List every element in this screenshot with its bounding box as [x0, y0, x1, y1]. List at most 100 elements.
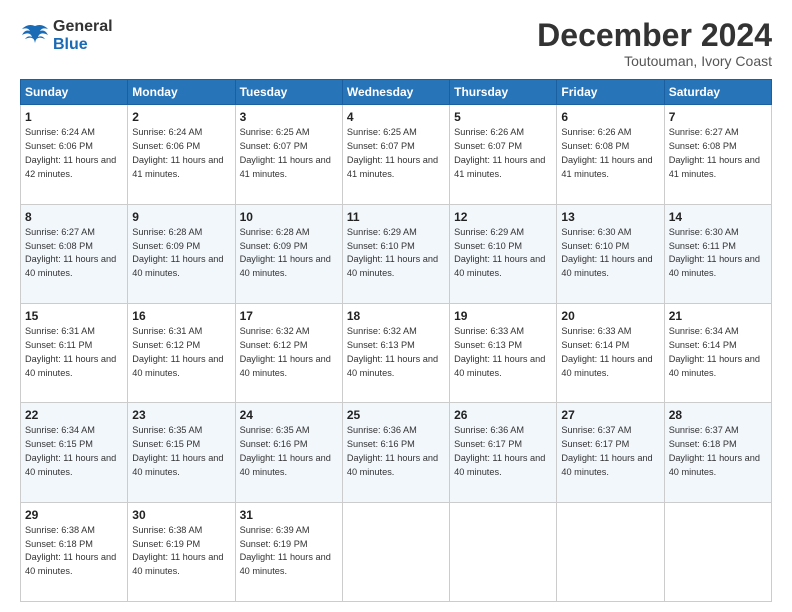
- day-info: Sunrise: 6:38 AMSunset: 6:18 PMDaylight:…: [25, 525, 116, 576]
- day-info: Sunrise: 6:37 AMSunset: 6:18 PMDaylight:…: [669, 425, 760, 476]
- logo: General Blue: [20, 18, 113, 53]
- header-tuesday: Tuesday: [235, 80, 342, 105]
- cell-week5-day0: 29 Sunrise: 6:38 AMSunset: 6:18 PMDaylig…: [21, 502, 128, 601]
- day-info: Sunrise: 6:31 AMSunset: 6:11 PMDaylight:…: [25, 326, 116, 377]
- day-info: Sunrise: 6:27 AMSunset: 6:08 PMDaylight:…: [669, 127, 760, 178]
- logo-text: General Blue: [53, 18, 113, 53]
- cell-week4-day5: 27 Sunrise: 6:37 AMSunset: 6:17 PMDaylig…: [557, 403, 664, 502]
- cell-week2-day0: 8 Sunrise: 6:27 AMSunset: 6:08 PMDayligh…: [21, 204, 128, 303]
- day-number: 12: [454, 209, 552, 225]
- cell-week1-day0: 1 Sunrise: 6:24 AMSunset: 6:06 PMDayligh…: [21, 105, 128, 204]
- day-number: 3: [240, 109, 338, 125]
- day-info: Sunrise: 6:35 AMSunset: 6:16 PMDaylight:…: [240, 425, 331, 476]
- cell-week1-day5: 6 Sunrise: 6:26 AMSunset: 6:08 PMDayligh…: [557, 105, 664, 204]
- day-number: 19: [454, 308, 552, 324]
- day-number: 8: [25, 209, 123, 225]
- cell-week5-day2: 31 Sunrise: 6:39 AMSunset: 6:19 PMDaylig…: [235, 502, 342, 601]
- day-info: Sunrise: 6:34 AMSunset: 6:14 PMDaylight:…: [669, 326, 760, 377]
- day-number: 11: [347, 209, 445, 225]
- cell-week2-day6: 14 Sunrise: 6:30 AMSunset: 6:11 PMDaylig…: [664, 204, 771, 303]
- day-number: 4: [347, 109, 445, 125]
- day-number: 30: [132, 507, 230, 523]
- day-number: 7: [669, 109, 767, 125]
- header-friday: Friday: [557, 80, 664, 105]
- cell-week3-day2: 17 Sunrise: 6:32 AMSunset: 6:12 PMDaylig…: [235, 303, 342, 402]
- cell-week3-day6: 21 Sunrise: 6:34 AMSunset: 6:14 PMDaylig…: [664, 303, 771, 402]
- day-info: Sunrise: 6:36 AMSunset: 6:16 PMDaylight:…: [347, 425, 438, 476]
- day-info: Sunrise: 6:34 AMSunset: 6:15 PMDaylight:…: [25, 425, 116, 476]
- logo-blue: Blue: [53, 36, 113, 54]
- day-info: Sunrise: 6:37 AMSunset: 6:17 PMDaylight:…: [561, 425, 652, 476]
- cell-week2-day2: 10 Sunrise: 6:28 AMSunset: 6:09 PMDaylig…: [235, 204, 342, 303]
- cell-week3-day0: 15 Sunrise: 6:31 AMSunset: 6:11 PMDaylig…: [21, 303, 128, 402]
- day-info: Sunrise: 6:25 AMSunset: 6:07 PMDaylight:…: [240, 127, 331, 178]
- day-number: 10: [240, 209, 338, 225]
- day-info: Sunrise: 6:24 AMSunset: 6:06 PMDaylight:…: [25, 127, 116, 178]
- cell-week2-day1: 9 Sunrise: 6:28 AMSunset: 6:09 PMDayligh…: [128, 204, 235, 303]
- day-info: Sunrise: 6:27 AMSunset: 6:08 PMDaylight:…: [25, 227, 116, 278]
- day-info: Sunrise: 6:29 AMSunset: 6:10 PMDaylight:…: [454, 227, 545, 278]
- day-info: Sunrise: 6:31 AMSunset: 6:12 PMDaylight:…: [132, 326, 223, 377]
- cell-week5-day1: 30 Sunrise: 6:38 AMSunset: 6:19 PMDaylig…: [128, 502, 235, 601]
- day-number: 29: [25, 507, 123, 523]
- cell-week4-day3: 25 Sunrise: 6:36 AMSunset: 6:16 PMDaylig…: [342, 403, 449, 502]
- day-number: 5: [454, 109, 552, 125]
- day-info: Sunrise: 6:28 AMSunset: 6:09 PMDaylight:…: [132, 227, 223, 278]
- cell-week1-day1: 2 Sunrise: 6:24 AMSunset: 6:06 PMDayligh…: [128, 105, 235, 204]
- header-sunday: Sunday: [21, 80, 128, 105]
- cell-week3-day1: 16 Sunrise: 6:31 AMSunset: 6:12 PMDaylig…: [128, 303, 235, 402]
- day-info: Sunrise: 6:38 AMSunset: 6:19 PMDaylight:…: [132, 525, 223, 576]
- cell-week2-day3: 11 Sunrise: 6:29 AMSunset: 6:10 PMDaylig…: [342, 204, 449, 303]
- cell-week3-day3: 18 Sunrise: 6:32 AMSunset: 6:13 PMDaylig…: [342, 303, 449, 402]
- cell-week3-day5: 20 Sunrise: 6:33 AMSunset: 6:14 PMDaylig…: [557, 303, 664, 402]
- day-number: 18: [347, 308, 445, 324]
- day-info: Sunrise: 6:30 AMSunset: 6:10 PMDaylight:…: [561, 227, 652, 278]
- day-number: 17: [240, 308, 338, 324]
- day-number: 6: [561, 109, 659, 125]
- cell-week4-day1: 23 Sunrise: 6:35 AMSunset: 6:15 PMDaylig…: [128, 403, 235, 502]
- day-number: 22: [25, 407, 123, 423]
- cell-week5-day3: [342, 502, 449, 601]
- cell-week5-day6: [664, 502, 771, 601]
- day-info: Sunrise: 6:36 AMSunset: 6:17 PMDaylight:…: [454, 425, 545, 476]
- day-info: Sunrise: 6:35 AMSunset: 6:15 PMDaylight:…: [132, 425, 223, 476]
- day-number: 2: [132, 109, 230, 125]
- day-info: Sunrise: 6:26 AMSunset: 6:07 PMDaylight:…: [454, 127, 545, 178]
- day-number: 15: [25, 308, 123, 324]
- header-thursday: Thursday: [450, 80, 557, 105]
- day-info: Sunrise: 6:28 AMSunset: 6:09 PMDaylight:…: [240, 227, 331, 278]
- day-number: 27: [561, 407, 659, 423]
- day-number: 28: [669, 407, 767, 423]
- day-number: 13: [561, 209, 659, 225]
- cell-week4-day6: 28 Sunrise: 6:37 AMSunset: 6:18 PMDaylig…: [664, 403, 771, 502]
- cell-week1-day6: 7 Sunrise: 6:27 AMSunset: 6:08 PMDayligh…: [664, 105, 771, 204]
- cell-week2-day5: 13 Sunrise: 6:30 AMSunset: 6:10 PMDaylig…: [557, 204, 664, 303]
- cell-week1-day2: 3 Sunrise: 6:25 AMSunset: 6:07 PMDayligh…: [235, 105, 342, 204]
- day-number: 23: [132, 407, 230, 423]
- cell-week4-day4: 26 Sunrise: 6:36 AMSunset: 6:17 PMDaylig…: [450, 403, 557, 502]
- location: Toutouman, Ivory Coast: [537, 53, 772, 69]
- calendar: SundayMondayTuesdayWednesdayThursdayFrid…: [20, 79, 772, 602]
- day-number: 26: [454, 407, 552, 423]
- header: General Blue December 2024 Toutouman, Iv…: [20, 18, 772, 69]
- day-info: Sunrise: 6:26 AMSunset: 6:08 PMDaylight:…: [561, 127, 652, 178]
- day-number: 24: [240, 407, 338, 423]
- logo-general: General: [53, 18, 113, 36]
- cell-week1-day4: 5 Sunrise: 6:26 AMSunset: 6:07 PMDayligh…: [450, 105, 557, 204]
- day-info: Sunrise: 6:32 AMSunset: 6:13 PMDaylight:…: [347, 326, 438, 377]
- day-info: Sunrise: 6:33 AMSunset: 6:13 PMDaylight:…: [454, 326, 545, 377]
- cell-week1-day3: 4 Sunrise: 6:25 AMSunset: 6:07 PMDayligh…: [342, 105, 449, 204]
- cell-week4-day2: 24 Sunrise: 6:35 AMSunset: 6:16 PMDaylig…: [235, 403, 342, 502]
- day-number: 14: [669, 209, 767, 225]
- day-number: 20: [561, 308, 659, 324]
- day-info: Sunrise: 6:30 AMSunset: 6:11 PMDaylight:…: [669, 227, 760, 278]
- day-info: Sunrise: 6:29 AMSunset: 6:10 PMDaylight:…: [347, 227, 438, 278]
- header-wednesday: Wednesday: [342, 80, 449, 105]
- cell-week2-day4: 12 Sunrise: 6:29 AMSunset: 6:10 PMDaylig…: [450, 204, 557, 303]
- cell-week4-day0: 22 Sunrise: 6:34 AMSunset: 6:15 PMDaylig…: [21, 403, 128, 502]
- day-number: 31: [240, 507, 338, 523]
- cell-week3-day4: 19 Sunrise: 6:33 AMSunset: 6:13 PMDaylig…: [450, 303, 557, 402]
- day-info: Sunrise: 6:32 AMSunset: 6:12 PMDaylight:…: [240, 326, 331, 377]
- day-info: Sunrise: 6:39 AMSunset: 6:19 PMDaylight:…: [240, 525, 331, 576]
- day-number: 16: [132, 308, 230, 324]
